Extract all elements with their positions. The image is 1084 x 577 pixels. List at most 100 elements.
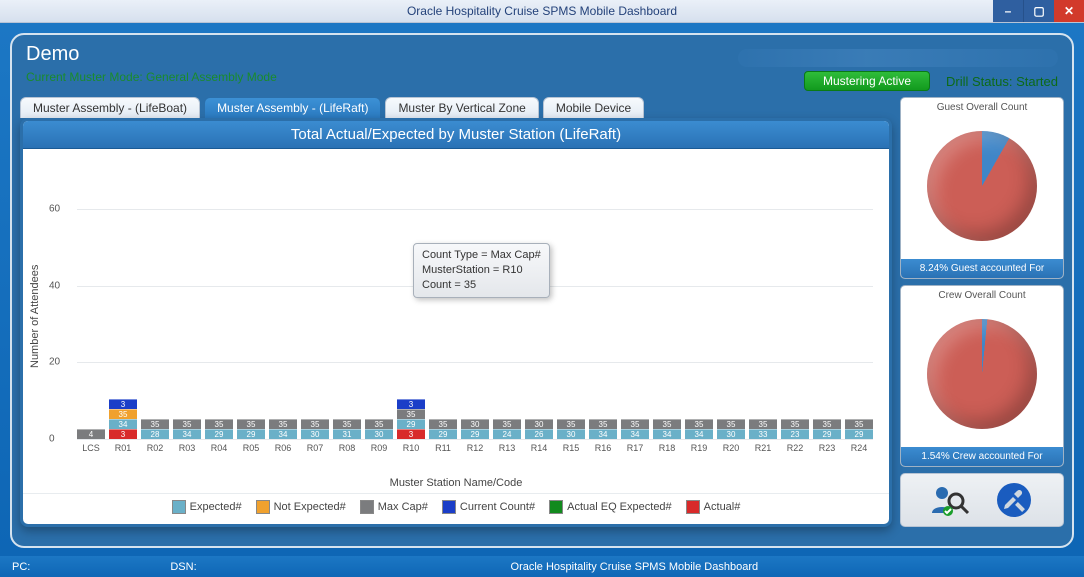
- tooltip-line1: Count Type = Max Cap#: [422, 248, 541, 263]
- bar-R14[interactable]: 3026R14: [525, 419, 553, 439]
- chart-container: Total Actual/Expected by Muster Station …: [20, 118, 892, 527]
- xlabel-R01: R01: [115, 443, 132, 453]
- xlabel-R08: R08: [339, 443, 356, 453]
- guest-pie-chart[interactable]: [927, 131, 1037, 241]
- header-date-blurred: [738, 49, 1058, 67]
- bar-R09[interactable]: 3530R09: [365, 419, 393, 439]
- bar-R10[interactable]: 335293R10: [397, 399, 425, 439]
- xlabel-R20: R20: [723, 443, 740, 453]
- bar-R12[interactable]: 3029R12: [461, 419, 489, 439]
- crew-pie-title: Crew Overall Count: [901, 286, 1063, 301]
- legend-actual[interactable]: Actual#: [686, 500, 741, 514]
- bar-R11[interactable]: 3529R11: [429, 419, 457, 439]
- tab-2[interactable]: Muster By Vertical Zone: [385, 97, 538, 118]
- bar-R07[interactable]: 3530R07: [301, 419, 329, 439]
- muster-mode-label: Current Muster Mode: General Assembly Mo…: [26, 70, 277, 84]
- bar-seg-current: 3: [397, 399, 425, 409]
- bar-R05[interactable]: 3529R05: [237, 419, 265, 439]
- crew-pie-chart[interactable]: [927, 319, 1037, 429]
- find-people-button[interactable]: [927, 480, 973, 520]
- bar-seg-max_cap: 30: [525, 419, 553, 429]
- bar-R01[interactable]: 335343R01: [109, 399, 137, 439]
- bar-R08[interactable]: 3531R08: [333, 419, 361, 439]
- left-column: Muster Assembly - (LifeBoat)Muster Assem…: [20, 97, 892, 527]
- status-bar: PC: DSN: Oracle Hospitality Cruise SPMS …: [0, 556, 1084, 577]
- xlabel-R11: R11: [435, 443, 451, 453]
- bar-seg-expected: 34: [589, 429, 617, 439]
- legend-max-cap[interactable]: Max Cap#: [360, 500, 428, 514]
- legend-expected[interactable]: Expected#: [172, 500, 242, 514]
- bar-R02[interactable]: 3528R02: [141, 419, 169, 439]
- bar-seg-not_expected: 35: [109, 409, 137, 419]
- bar-R19[interactable]: 3534R19: [685, 419, 713, 439]
- tooltip-line3: Count = 35: [422, 278, 541, 293]
- bar-R06[interactable]: 3534R06: [269, 419, 297, 439]
- tab-1[interactable]: Muster Assembly - (LifeRaft): [204, 97, 381, 118]
- xlabel-LCS: LCS: [82, 443, 100, 453]
- tooltip-line2: MusterStation = R10: [422, 263, 541, 278]
- bar-seg-max_cap: 35: [365, 419, 393, 429]
- chart-yaxis-label: Number of Attendees: [27, 157, 43, 475]
- bar-R13[interactable]: 3524R13: [493, 419, 521, 439]
- xlabel-R22: R22: [787, 443, 804, 453]
- bar-seg-max_cap: 35: [237, 419, 265, 429]
- bar-seg-expected: 34: [685, 429, 713, 439]
- window-minimize-button[interactable]: –: [993, 0, 1023, 22]
- bar-R22[interactable]: 3523R22: [781, 419, 809, 439]
- xlabel-R05: R05: [243, 443, 260, 453]
- bar-seg-expected: 29: [845, 429, 873, 439]
- xlabel-R12: R12: [467, 443, 484, 453]
- bar-R03[interactable]: 3534R03: [173, 419, 201, 439]
- bar-seg-max_cap: 35: [397, 409, 425, 419]
- bar-seg-max_cap: 35: [205, 419, 233, 429]
- bar-R20[interactable]: 3530R20: [717, 419, 745, 439]
- bar-seg-max_cap: 35: [685, 419, 713, 429]
- xlabel-R03: R03: [179, 443, 196, 453]
- bar-R21[interactable]: 3533R21: [749, 419, 777, 439]
- bar-R23[interactable]: 3529R23: [813, 419, 841, 439]
- status-app-name: Oracle Hospitality Cruise SPMS Mobile Da…: [511, 561, 759, 573]
- bar-R16[interactable]: 3534R16: [589, 419, 617, 439]
- mustering-active-button[interactable]: Mustering Active: [804, 71, 930, 91]
- bar-LCS[interactable]: 4LCS: [77, 429, 105, 439]
- bar-R17[interactable]: 3534R17: [621, 419, 649, 439]
- xlabel-R19: R19: [691, 443, 708, 453]
- bar-seg-max_cap: 30: [461, 419, 489, 429]
- chart-tooltip: Count Type = Max Cap# MusterStation = R1…: [413, 243, 550, 298]
- bar-seg-expected: 29: [205, 429, 233, 439]
- bar-R24[interactable]: 3529R24: [845, 419, 873, 439]
- bar-seg-expected: 29: [813, 429, 841, 439]
- tab-0[interactable]: Muster Assembly - (LifeBoat): [20, 97, 200, 118]
- xlabel-R14: R14: [531, 443, 548, 453]
- bar-seg-max_cap: 35: [813, 419, 841, 429]
- xlabel-R18: R18: [659, 443, 676, 453]
- window-title: Oracle Hospitality Cruise SPMS Mobile Da…: [407, 4, 677, 18]
- bar-R15[interactable]: 3530R15: [557, 419, 585, 439]
- guest-pie-panel: Guest Overall Count 8.24% Guest accounte…: [900, 97, 1064, 279]
- bar-seg-expected: 34: [621, 429, 649, 439]
- settings-button[interactable]: [991, 480, 1037, 520]
- bar-seg-max_cap: 35: [749, 419, 777, 429]
- xlabel-R17: R17: [627, 443, 644, 453]
- bar-seg-expected: 34: [653, 429, 681, 439]
- legend-not-expected[interactable]: Not Expected#: [256, 500, 346, 514]
- guest-pie-title: Guest Overall Count: [901, 98, 1063, 113]
- bar-seg-max_cap: 35: [269, 419, 297, 429]
- bar-seg-expected: 30: [717, 429, 745, 439]
- bar-seg-expected: 29: [397, 419, 425, 429]
- legend-current[interactable]: Current Count#: [442, 500, 535, 514]
- bar-seg-expected: 29: [429, 429, 457, 439]
- bar-R04[interactable]: 3529R04: [205, 419, 233, 439]
- person-search-icon: [930, 483, 970, 517]
- legend-actual-eq[interactable]: Actual EQ Expected#: [549, 500, 672, 514]
- bar-seg-max_cap: 35: [333, 419, 361, 429]
- xlabel-R06: R06: [275, 443, 292, 453]
- bar-R18[interactable]: 3534R18: [653, 419, 681, 439]
- dashboard-panel: Demo Current Muster Mode: General Assemb…: [10, 33, 1074, 548]
- chart-plot-area: Number of Attendees 0204060 4LCS335343R0…: [23, 149, 889, 475]
- bar-seg-expected: 30: [557, 429, 585, 439]
- window-close-button[interactable]: ✕: [1054, 0, 1084, 22]
- window-maximize-button[interactable]: ▢: [1023, 0, 1054, 22]
- tab-3[interactable]: Mobile Device: [543, 97, 644, 118]
- xlabel-R10: R10: [403, 443, 420, 453]
